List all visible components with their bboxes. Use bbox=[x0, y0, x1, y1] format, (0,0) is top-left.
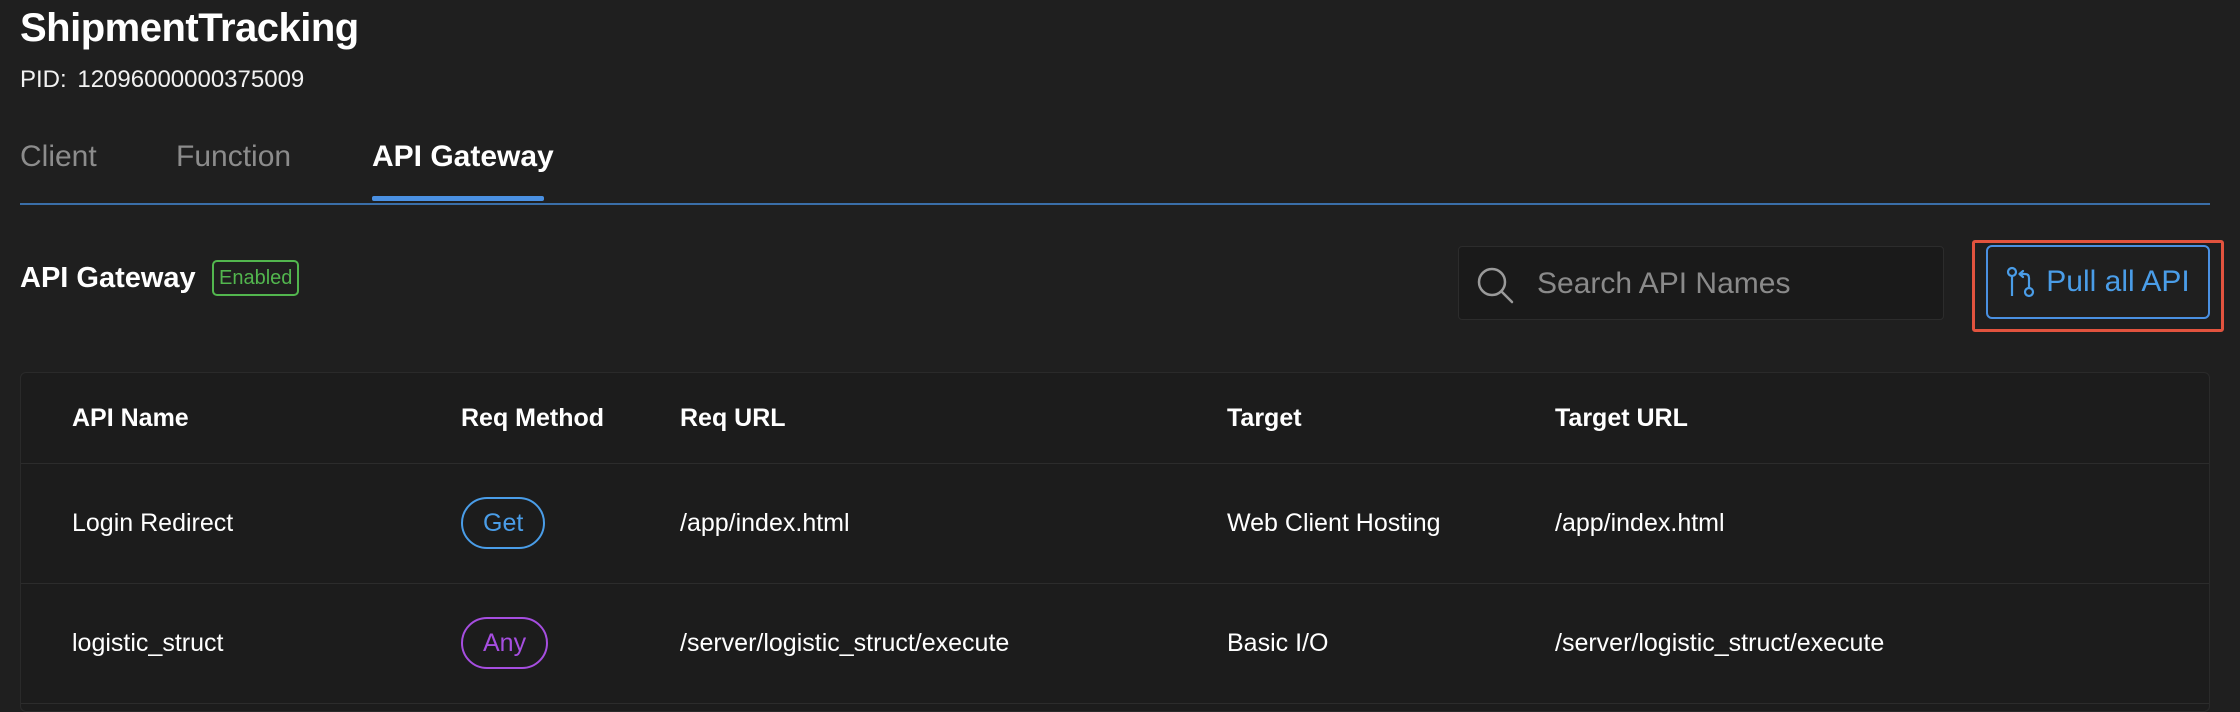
pid-value: 12096000000375009 bbox=[77, 66, 305, 93]
column-header-api-name: API Name bbox=[72, 404, 189, 432]
tab-function[interactable]: Function bbox=[176, 140, 291, 174]
status-badge: Enabled bbox=[212, 260, 300, 296]
api-name-cell: Login Redirect bbox=[72, 509, 234, 537]
tab-client[interactable]: Client bbox=[20, 140, 97, 174]
column-header-target: Target bbox=[1227, 404, 1302, 432]
target-cell: Web Client Hosting bbox=[1227, 509, 1441, 537]
pull-all-api-button[interactable]: Pull all API bbox=[1986, 245, 2210, 319]
req-method-cell: Get bbox=[461, 463, 546, 583]
api-name-cell: logistic_struct bbox=[72, 629, 224, 657]
pid-label: PID: bbox=[20, 66, 67, 93]
table-row[interactable]: Login Redirect Get /app/index.html Web C… bbox=[21, 463, 2209, 584]
column-header-req-method: Req Method bbox=[461, 404, 605, 432]
column-header-target-url: Target URL bbox=[1555, 404, 1688, 432]
search-icon bbox=[1477, 267, 1514, 304]
search-input[interactable] bbox=[1535, 247, 1939, 321]
api-table: API Name Req Method Req URL Target Targe… bbox=[20, 372, 2210, 712]
table-row[interactable]: logistic_struct Any /server/logistic_str… bbox=[21, 583, 2209, 704]
app-title: ShipmentTracking bbox=[20, 6, 359, 50]
section-title: API Gateway bbox=[20, 262, 196, 294]
method-badge-get: Get bbox=[461, 497, 546, 549]
table-header: API Name Req Method Req URL Target Targe… bbox=[21, 373, 2209, 464]
target-url-cell: /app/index.html bbox=[1555, 509, 1725, 537]
req-url-cell: /app/index.html bbox=[680, 509, 850, 537]
active-tab-indicator bbox=[372, 196, 544, 201]
search-box bbox=[1458, 246, 1944, 321]
tab-api-gateway[interactable]: API Gateway bbox=[372, 140, 554, 174]
method-badge-any: Any bbox=[461, 617, 549, 669]
pid-line: PID: 12096000000375009 bbox=[20, 66, 304, 94]
req-method-cell: Any bbox=[461, 583, 549, 703]
git-pull-request-icon bbox=[2007, 266, 2035, 298]
target-url-cell: /server/logistic_struct/execute bbox=[1555, 629, 1885, 657]
tabs-divider bbox=[20, 203, 2210, 205]
column-header-req-url: Req URL bbox=[680, 404, 786, 432]
target-cell: Basic I/O bbox=[1227, 629, 1329, 657]
tab-bar: Client Function API Gateway bbox=[20, 140, 2210, 204]
pull-all-api-label: Pull all API bbox=[2046, 265, 2190, 298]
req-url-cell: /server/logistic_struct/execute bbox=[680, 629, 1010, 657]
